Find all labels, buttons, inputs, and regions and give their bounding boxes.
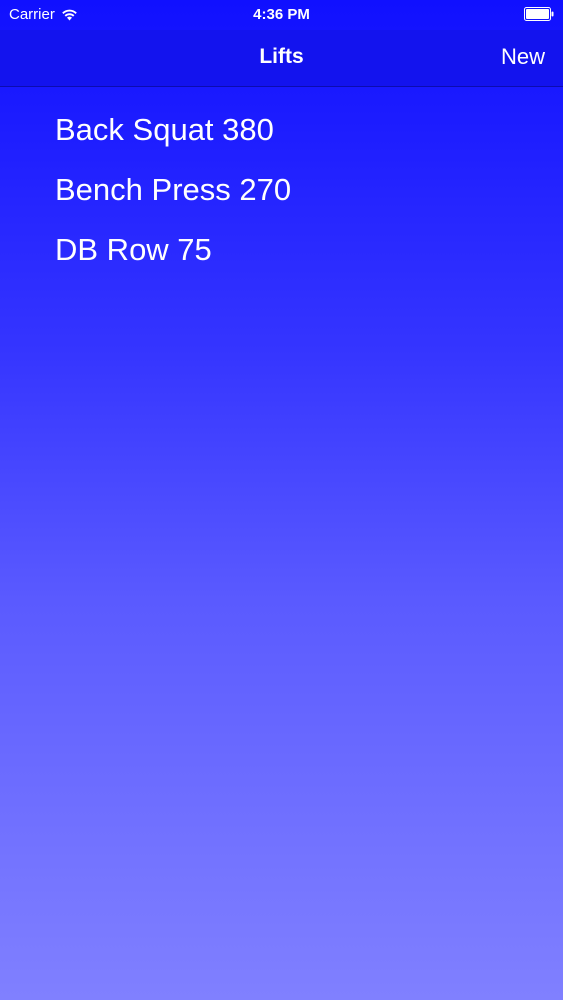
status-time: 4:36 PM (253, 6, 310, 23)
lifts-list: Back Squat 380 Bench Press 270 DB Row 75 (0, 100, 563, 280)
list-item[interactable]: Bench Press 270 (0, 160, 563, 220)
status-bar: Carrier 4:36 PM (0, 0, 563, 30)
list-item[interactable]: DB Row 75 (0, 220, 563, 280)
new-button[interactable]: New (501, 44, 545, 70)
battery-icon (524, 7, 554, 21)
page-title: Lifts (259, 45, 304, 68)
navigation-bar: Lifts New (0, 30, 563, 87)
list-item[interactable]: Back Squat 380 (0, 100, 563, 160)
